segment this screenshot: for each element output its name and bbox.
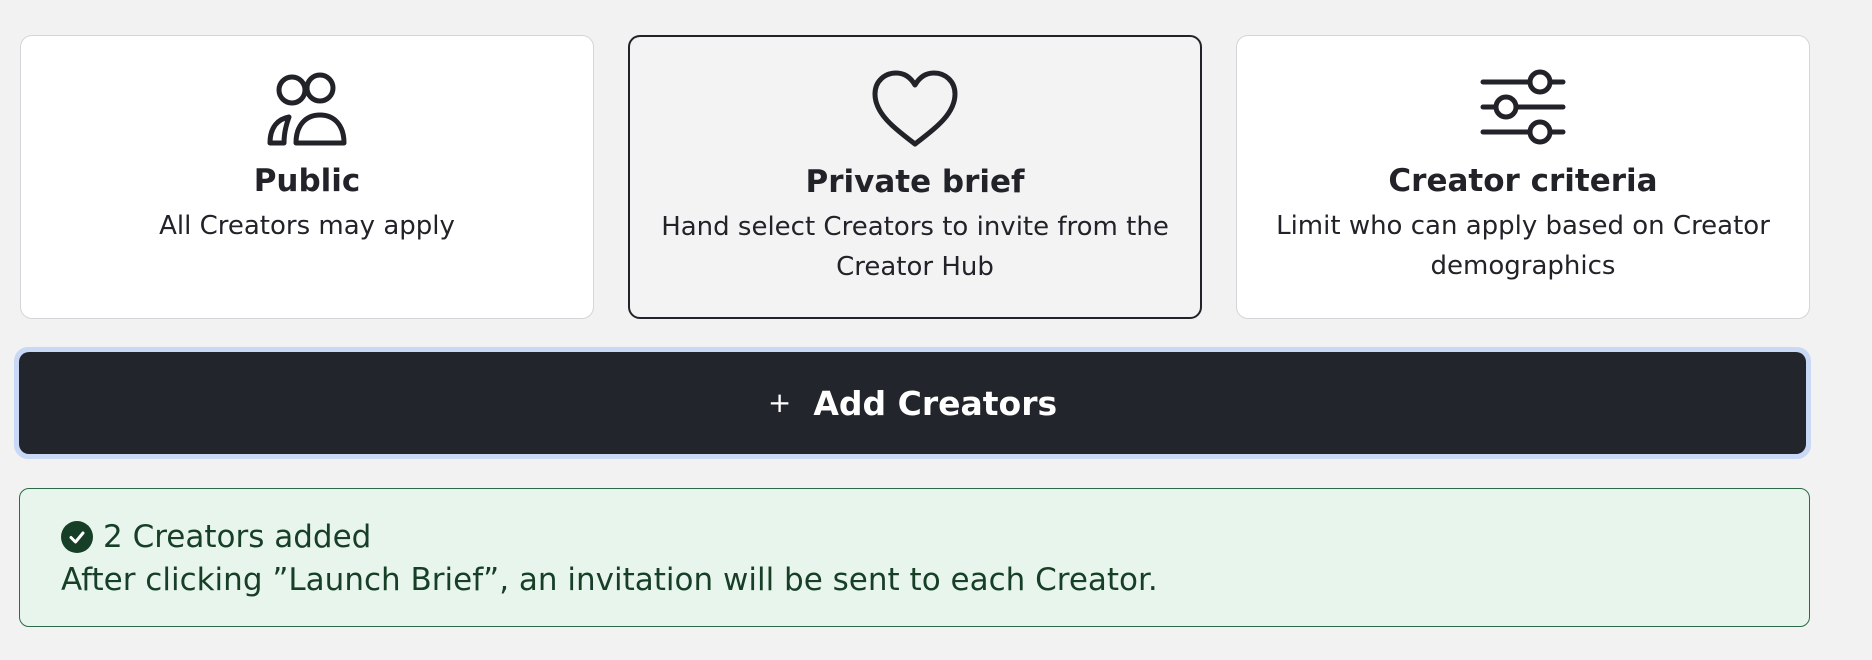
option-title: Public [253,163,361,199]
notice-message: After clicking ”Launch Brief”, an invita… [61,562,1158,598]
creators-added-notice: 2 Creators added After clicking ”Launch … [19,488,1810,627]
option-description: Hand select Creators to invite from the … [661,212,1169,282]
option-description: All Creators may apply [159,211,455,241]
audience-section: Public All Creators may apply Private br… [0,0,1872,660]
option-description: Limit who can apply based on Creator dem… [1276,211,1770,281]
option-card-criteria[interactable]: Creator criteria Limit who can apply bas… [1236,35,1810,319]
audience-options: Public All Creators may apply Private br… [20,35,1810,319]
notice-title: 2 Creators added [103,519,372,555]
option-card-public[interactable]: Public All Creators may apply [20,35,594,319]
notice-header: 2 Creators added [61,517,371,557]
plus-icon: + [767,386,792,419]
add-creators-button[interactable]: + Add Creators [14,347,1811,459]
heart-icon [870,70,960,150]
add-creators-label: Add Creators [813,383,1058,423]
sliders-icon [1478,69,1568,149]
check-circle-icon [61,521,93,553]
option-title: Private brief [805,164,1025,200]
add-creators-button-body[interactable]: + Add Creators [19,352,1806,454]
users-icon [262,69,352,149]
option-card-private[interactable]: Private brief Hand select Creators to in… [628,35,1202,319]
option-title: Creator criteria [1388,163,1658,199]
